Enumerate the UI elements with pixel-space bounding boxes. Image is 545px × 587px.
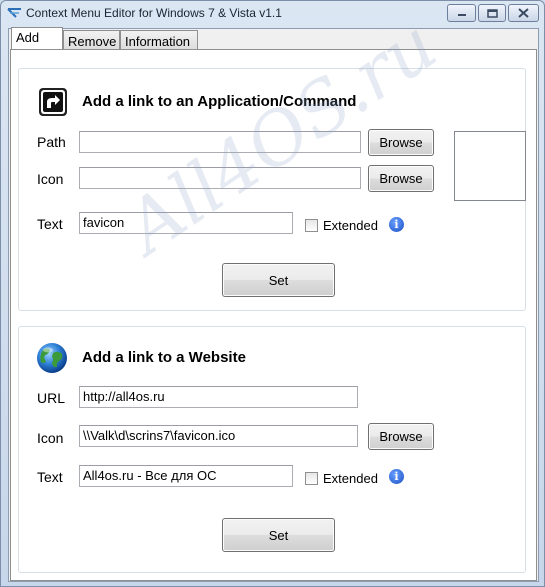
extended-label[interactable]: Extended [323,218,378,233]
icon-label: Icon [37,171,64,187]
close-button[interactable] [508,4,539,22]
globe-icon [37,343,67,373]
maximize-icon [486,8,498,18]
tab-information[interactable]: Information [120,30,198,50]
maximize-button[interactable] [478,4,506,22]
set-button[interactable]: Set [222,263,335,297]
website-icon-label: Icon [37,430,64,446]
minimize-button[interactable] [447,4,476,22]
website-info-icon[interactable]: i [389,469,404,484]
path-browse-button[interactable]: Browse [368,129,434,156]
website-text-label: Text [37,469,63,485]
title-bar[interactable]: Context Menu Editor for Windows 7 & Vist… [1,1,544,27]
close-icon [518,8,529,18]
text-label: Text [37,216,63,232]
window-title: Context Menu Editor for Windows 7 & Vist… [26,6,282,20]
info-icon[interactable]: i [389,217,404,232]
minimize-icon [457,14,466,16]
path-label: Path [37,134,66,150]
application-heading: Add a link to an Application/Command [82,93,357,110]
icon-preview-box [454,131,526,201]
icon-input[interactable] [79,167,361,189]
shortcut-arrow-icon [39,88,67,116]
app-window: Context Menu Editor for Windows 7 & Vist… [0,0,545,587]
website-set-button[interactable]: Set [222,518,335,552]
tab-strip: Add Remove Information [9,27,538,50]
client-area: Add Remove Information Add a link to an … [8,2,539,582]
website-icon-input[interactable]: \\Valk\d\scrins7\favicon.ico [79,425,358,447]
url-label: URL [37,390,66,406]
text-input[interactable]: favicon [79,212,293,234]
tab-add[interactable]: Add [11,27,63,49]
website-group: Add a link to a Website URL http://all4o… [18,326,526,573]
app-icon [7,8,21,18]
path-input[interactable] [79,131,361,153]
application-group: Add a link to an Application/Command Pat… [18,68,526,311]
website-heading: Add a link to a Website [82,349,246,366]
website-text-input[interactable]: All4os.ru - Все для ОС [79,465,293,487]
tab-page-add: Add a link to an Application/Command Pat… [10,2,537,581]
website-extended-label[interactable]: Extended [323,471,378,486]
tab-remove[interactable]: Remove [63,30,120,50]
website-icon-browse-button[interactable]: Browse [368,423,434,450]
icon-browse-button[interactable]: Browse [368,165,434,192]
extended-checkbox[interactable] [305,219,318,232]
url-input[interactable]: http://all4os.ru [79,386,358,408]
website-extended-checkbox[interactable] [305,472,318,485]
